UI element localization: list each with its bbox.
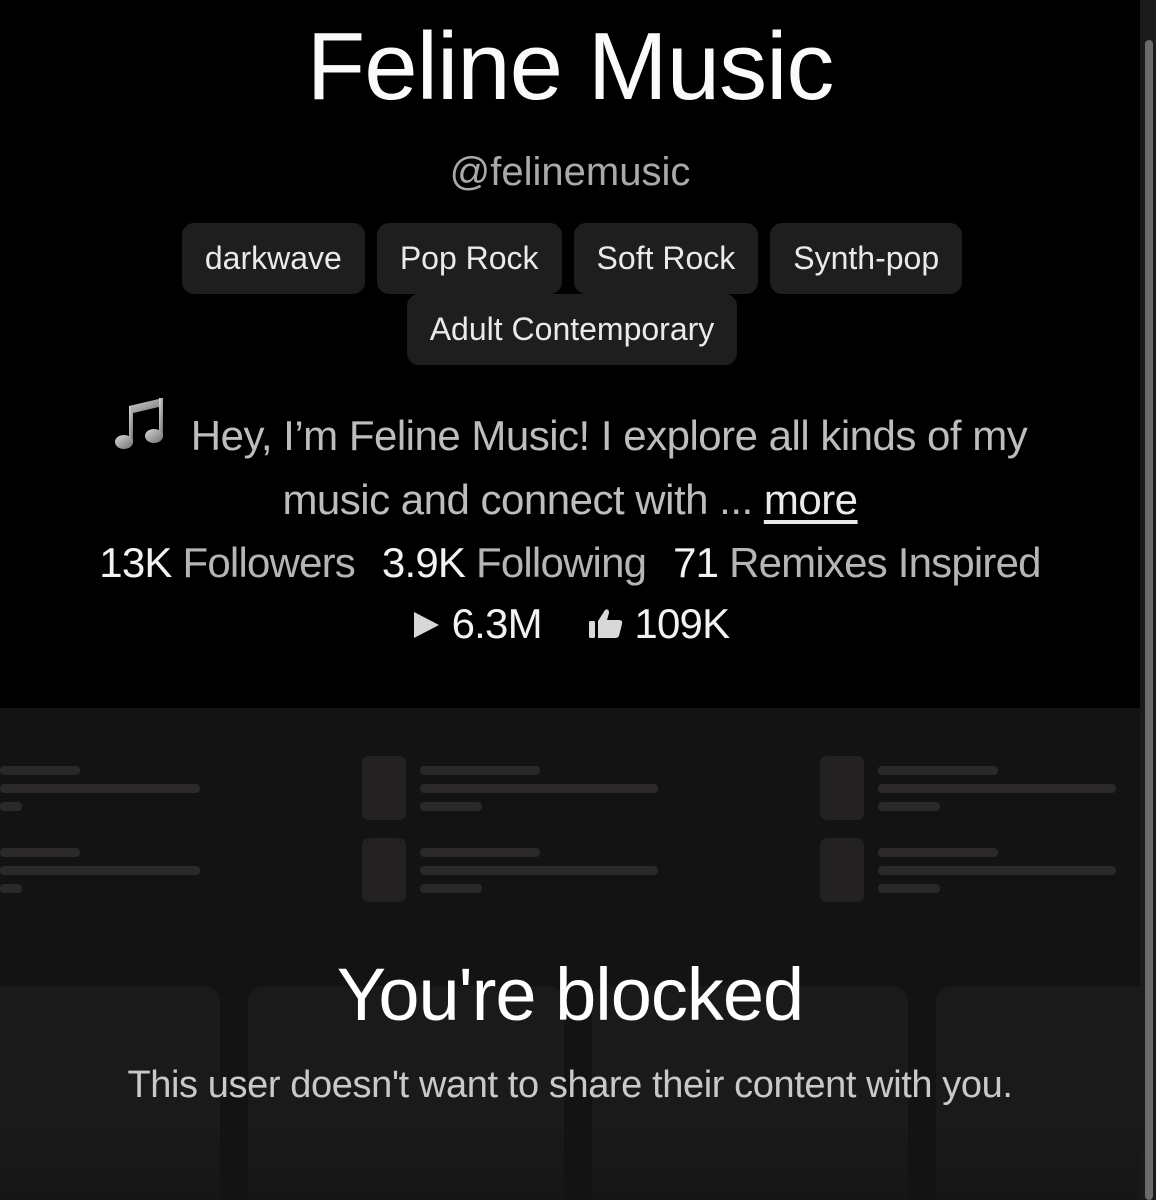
- genre-tags: darkwave Pop Rock Soft Rock Synth-pop Ad…: [150, 223, 994, 365]
- following-stat[interactable]: 3.9K Following: [381, 539, 647, 586]
- more-link[interactable]: more: [764, 476, 858, 523]
- skeleton-line: [878, 866, 1116, 875]
- thumbs-up-icon: [588, 598, 624, 654]
- genre-tag-pop-rock[interactable]: Pop Rock: [376, 223, 562, 294]
- genre-tag-soft-rock[interactable]: Soft Rock: [573, 223, 759, 294]
- remixes-count: 71: [673, 539, 719, 586]
- skeleton-line: [0, 784, 200, 793]
- genre-tag-synth-pop[interactable]: Synth-pop: [770, 223, 963, 294]
- blocked-title: You're blocked: [336, 953, 804, 1036]
- following-label: Following: [475, 539, 647, 586]
- skeleton-line: [420, 766, 540, 775]
- skeleton-line: [420, 848, 540, 857]
- genre-tag-darkwave[interactable]: darkwave: [181, 223, 365, 294]
- followers-count: 13K: [99, 539, 172, 586]
- skeleton-line: [0, 884, 22, 893]
- skeleton-line: [420, 866, 658, 875]
- skeleton-line: [878, 884, 940, 893]
- skeleton-line: [0, 848, 80, 857]
- play-count: 6.3M: [451, 600, 543, 647]
- followers-stat[interactable]: 13K Followers: [99, 539, 356, 586]
- scrollbar-track[interactable]: [1140, 0, 1156, 1200]
- skeleton-line: [0, 766, 80, 775]
- skeleton-thumbnail: [362, 838, 406, 902]
- skeleton-thumbnail: [362, 756, 406, 820]
- profile-name: Feline Music: [306, 13, 835, 120]
- bio-text: Hey, I’m Feline Music! I explore all kin…: [190, 412, 1028, 523]
- skeleton-line: [420, 884, 482, 893]
- skeleton-line: [0, 802, 22, 811]
- music-note-icon: [113, 392, 167, 470]
- fade-overlay: [0, 1120, 1140, 1200]
- skeleton-line: [878, 766, 998, 775]
- blocked-content-area: You're blocked This user doesn't want to…: [0, 708, 1140, 1200]
- like-count: 109K: [634, 600, 730, 647]
- skeleton-line: [0, 866, 200, 875]
- remixes-stat[interactable]: 71 Remixes Inspired: [673, 539, 1041, 586]
- skeleton-line: [878, 802, 940, 811]
- profile-handle: @felinemusic: [449, 150, 691, 194]
- skeleton-thumbnail: [820, 756, 864, 820]
- scrollbar-thumb[interactable]: [1145, 40, 1153, 1200]
- followers-label: Followers: [182, 539, 356, 586]
- blocked-message: This user doesn't want to share their co…: [127, 1064, 1013, 1106]
- play-icon: [411, 598, 441, 654]
- skeleton-thumbnail: [820, 838, 864, 902]
- skeleton-line: [878, 784, 1116, 793]
- profile-header: Feline Music @felinemusic darkwave Pop R…: [0, 0, 1140, 708]
- profile-stats: 13K Followers 3.9K Following 71 Remixes …: [0, 535, 1140, 591]
- profile-bio: Hey, I’m Feline Music! I explore all kin…: [70, 392, 1070, 530]
- remixes-label: Remixes Inspired: [729, 539, 1041, 586]
- following-count: 3.9K: [381, 539, 466, 586]
- genre-tag-adult-contemporary[interactable]: Adult Contemporary: [406, 294, 738, 365]
- skeleton-line: [878, 848, 998, 857]
- engagement-stats: 6.3M 109K: [0, 596, 1140, 654]
- skeleton-line: [420, 802, 482, 811]
- skeleton-line: [420, 784, 658, 793]
